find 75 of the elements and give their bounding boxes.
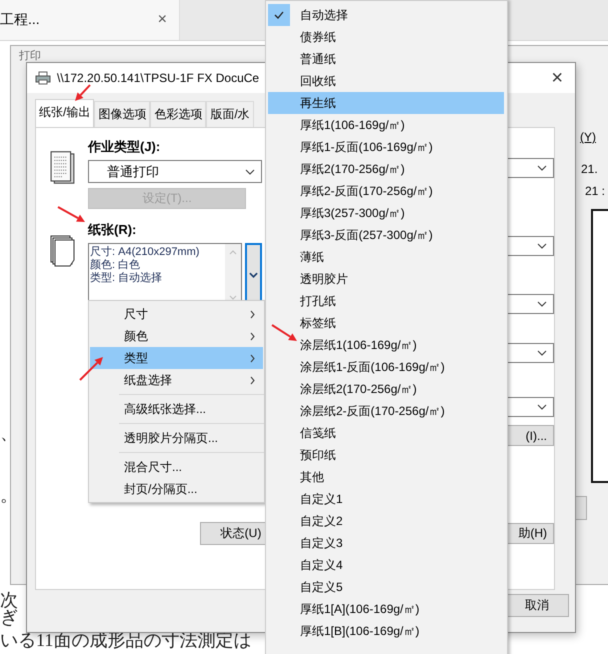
paper-setting: 尺寸: A4(210x297mm) [90,246,200,258]
size-reading: 21. [581,162,598,176]
menu-item[interactable]: 信笺纸 [268,422,504,444]
menu-item[interactable]: 混合尺寸... [90,456,263,478]
printer-icon [35,71,51,85]
chevron-down-icon [245,168,255,174]
menu-item[interactable]: 透明胶片 [268,268,504,290]
field-label: 作业类型(J): [88,138,162,156]
menu-item[interactable]: 债券纸 [268,26,504,48]
size-reading: 21 : [585,184,606,198]
chevron-down-icon [537,301,547,307]
chevron-right-icon [250,332,255,340]
scroll-up-icon[interactable] [229,250,237,255]
menu-item[interactable]: 厚纸3(257-300g/㎡) [268,202,504,224]
menu-item[interactable]: 自定义1 [268,488,504,510]
cancel-button[interactable]: 取消 [505,594,569,617]
menu-item[interactable]: 自定义4 [268,554,504,576]
menu-item[interactable]: 厚纸1[A](106-169g/㎡) [268,598,504,620]
tab[interactable]: 纸张/输出 [35,99,94,127]
menu-item[interactable]: 其他 [268,466,504,488]
document-text: ぎ [0,607,18,629]
chevron-right-icon [250,310,255,318]
menu-item[interactable]: 涂层纸2-反面(170-256g/㎡) [268,400,504,422]
paper-stack-icon [50,233,76,269]
option-link[interactable]: (Y) [580,130,596,144]
menu-item[interactable]: 封页/分隔页... [90,478,263,500]
close-tab-button[interactable]: × [158,11,167,29]
chevron-down-icon [537,165,547,171]
tab[interactable]: 图像选项 [94,101,150,127]
paper-setting: 类型: 自动选择 [90,272,164,285]
menu-item[interactable]: 高级纸张选择... [90,398,263,420]
menu-item[interactable]: 透明胶片分隔页... [90,427,263,449]
menu-item[interactable]: 厚纸2(170-256g/㎡) [268,158,504,180]
tab-title: 工程... [0,11,40,29]
menu-item[interactable]: 薄纸 [268,246,504,268]
chevron-right-icon [250,354,255,362]
chevron-down-icon [249,272,258,278]
menu-item[interactable]: 自定义5 [268,576,504,598]
tab[interactable]: 色彩选项 [150,101,206,127]
menu-item[interactable]: 涂层纸1(106-169g/㎡) [268,334,504,356]
menu-item[interactable]: 纸盘选择 [90,369,263,391]
menu-item[interactable]: 类型 [90,347,263,369]
scroll-down-icon[interactable] [229,295,237,300]
menu-item[interactable]: 普通纸 [268,48,504,70]
menu-item[interactable]: 厚纸3-反面(257-300g/㎡) [268,224,504,246]
checkmark-icon [274,11,284,19]
menu-item[interactable]: 自动选择 [268,4,504,26]
menu-item[interactable]: 回收纸 [268,70,504,92]
menu-item[interactable]: 涂层纸1-反面(106-169g/㎡) [268,356,504,378]
menu-item[interactable]: 颜色 [90,325,263,347]
document-text: 次 [0,589,18,610]
chevron-down-icon [537,404,547,410]
menu-item[interactable]: 厚纸1-反面(106-169g/㎡) [268,136,504,158]
chevron-right-icon [250,376,255,384]
menu-item[interactable]: 再生纸 [268,92,504,114]
menu-item[interactable]: 厚纸2-反面(170-256g/㎡) [268,180,504,202]
tab[interactable]: 版面/水 [206,101,254,127]
menu-item[interactable]: 厚纸1[B](106-169g/㎡) [268,620,504,642]
document-text: 。 [0,484,18,507]
menu-item[interactable]: 打孔纸 [268,290,504,312]
dialog-title: 打印 [19,49,41,63]
field-label: 纸张(R): [88,221,138,239]
document-text: 、 [0,422,18,445]
document-icon [50,150,76,186]
dialog-title: \\172.20.50.141\TPSU-1F FX DocuCe [57,71,260,85]
menu-item[interactable]: 厚纸1(106-169g/㎡) [268,114,504,136]
chevron-down-icon [537,243,547,249]
document-tab[interactable]: 工程... × [0,0,180,40]
menu-item[interactable]: 预印纸 [268,444,504,466]
menu-item[interactable]: 涂层纸2(170-256g/㎡) [268,378,504,400]
chevron-down-icon [537,350,547,356]
job-type-dropdown[interactable]: 普通打印 [88,160,262,183]
paper-setting: 颜色: 白色 [90,259,142,272]
menu-item[interactable]: 标签纸 [268,312,504,334]
close-button[interactable]: × [551,66,567,90]
